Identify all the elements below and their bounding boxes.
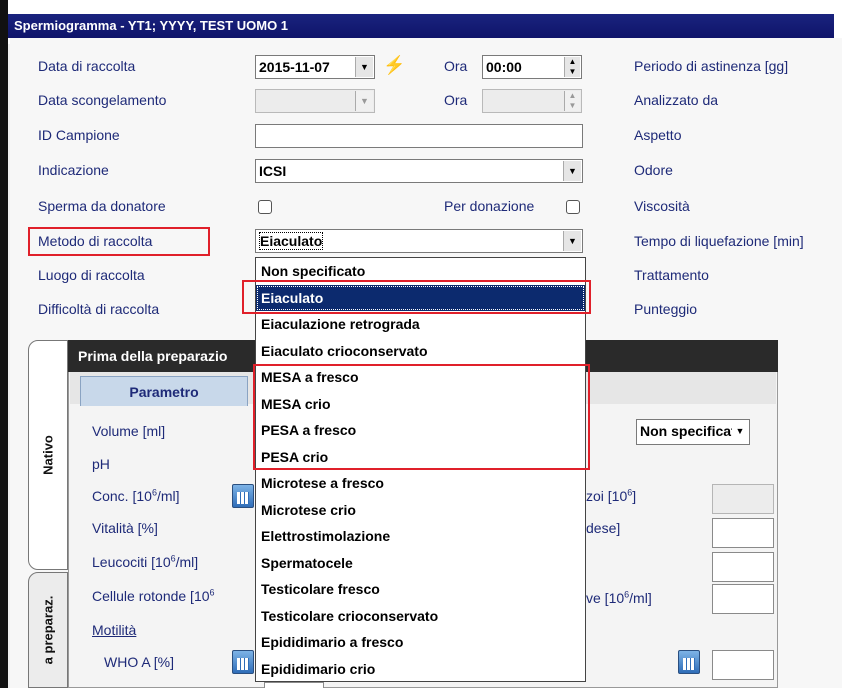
chevron-down-icon[interactable]: ▼ — [355, 57, 373, 77]
chevron-down-icon[interactable]: ▼ — [563, 231, 581, 251]
vitalita-label: Vitalità [%] — [92, 520, 158, 536]
dese-field[interactable] — [712, 518, 774, 548]
dropdown-option[interactable]: Elettrostimolazione — [256, 523, 585, 550]
dropdown-option[interactable]: Testicolare crioconservato — [256, 603, 585, 630]
calculator-icon[interactable] — [232, 484, 254, 508]
spermatozoi-label: zoi [106] — [586, 487, 637, 504]
luogo-raccolta-label: Luogo di raccolta — [38, 267, 145, 283]
dropdown-option[interactable]: Spermatocele — [256, 550, 585, 577]
trattamento-label: Trattamento — [634, 267, 709, 283]
window-left-edge — [0, 0, 8, 688]
tempo-liquefazione-label: Tempo di liquefazione [min] — [634, 233, 804, 249]
data-raccolta-label: Data di raccolta — [38, 58, 136, 74]
difficolta-raccolta-label: Difficoltà di raccolta — [38, 301, 160, 317]
panel-field-3[interactable] — [712, 552, 774, 582]
leucociti-label: Leucociti [106/ml] — [92, 553, 199, 570]
ph-label: pH — [92, 456, 110, 472]
tab-nativo-label: Nativo — [40, 435, 56, 475]
ora2-field[interactable]: ▲ ▼ — [482, 89, 582, 113]
dropdown-option[interactable]: Testicolare fresco — [256, 576, 585, 603]
dropdown-option[interactable]: Epididimario a fresco — [256, 629, 585, 656]
ora-field[interactable]: 00:00 ▲ ▼ — [482, 55, 582, 79]
dropdown-option[interactable]: Eiaculazione retrograda — [256, 311, 585, 338]
ora2-label: Ora — [444, 92, 468, 108]
spermatozoi-field[interactable] — [712, 484, 774, 514]
viscosita-label: Viscosità — [634, 198, 690, 214]
dropdown-option[interactable]: Microtese a fresco — [256, 470, 585, 497]
sperma-donatore-label: Sperma da donatore — [38, 198, 166, 214]
ve-label: ve [106/ml] — [586, 589, 652, 606]
spinner-icon[interactable]: ▲ ▼ — [564, 57, 580, 77]
window-title: Spermiogramma - YT1; YYYY, TEST UOMO 1 — [8, 14, 834, 38]
data-raccolta-field[interactable]: 2015-11-07 ▼ — [255, 55, 375, 79]
dropdown-option[interactable]: Eiaculato crioconservato — [256, 338, 585, 365]
per-donazione-checkbox[interactable] — [566, 200, 580, 214]
ora-value: 00:00 — [486, 59, 522, 75]
who-a-label: WHO A [%] — [104, 654, 175, 670]
metodo-raccolta-value: Eiaculato — [259, 232, 324, 250]
motilita-label: Motilità — [92, 622, 137, 638]
dropdown-option[interactable]: Epididimario crio — [256, 656, 585, 683]
chevron-down-icon[interactable]: ▼ — [355, 91, 373, 111]
panel-right-select[interactable]: Non specificat ▼ — [636, 419, 750, 445]
chevron-down-icon[interactable]: ▼ — [563, 161, 581, 181]
per-donazione-label: Per donazione — [444, 198, 535, 214]
ve-field[interactable] — [712, 584, 774, 614]
cellule-rotonde-label: Cellule rotonde [106 — [92, 587, 215, 604]
indicazione-select[interactable]: ICSI ▼ — [255, 159, 583, 183]
periodo-astinenza-label: Periodo di astinenza [gg] — [634, 58, 789, 74]
data-raccolta-value: 2015-11-07 — [259, 59, 330, 75]
sperma-donatore-checkbox[interactable] — [258, 200, 272, 214]
spinner-icon[interactable]: ▲ ▼ — [564, 91, 580, 111]
dropdown-option[interactable]: Microtese crio — [256, 497, 585, 524]
panel-right-select-value: Non specificat — [640, 423, 736, 439]
dese-label: dese] — [586, 520, 621, 536]
metodo-raccolta-select[interactable]: Eiaculato ▼ — [255, 229, 583, 253]
punteggio-label: Punteggio — [634, 301, 698, 317]
tab-nativo[interactable]: Nativo — [28, 340, 68, 570]
tab-parametro[interactable]: Parametro — [80, 376, 248, 406]
tab-preparaz-label: a preparaz. — [40, 595, 56, 665]
chevron-down-icon[interactable]: ▼ — [732, 421, 748, 441]
metodo-raccolta-highlight — [28, 227, 210, 256]
mesa-pesa-highlight — [253, 364, 590, 470]
tab-preparaz[interactable]: a preparaz. — [28, 572, 68, 688]
aspetto-label: Aspetto — [634, 127, 682, 143]
ora-label: Ora — [444, 58, 468, 74]
eiaculato-highlight — [242, 280, 591, 314]
odore-label: Odore — [634, 162, 673, 178]
lightning-icon[interactable]: ⚡ — [383, 55, 405, 76]
analizzato-da-label: Analizzato da — [634, 92, 719, 108]
panel-field-who[interactable] — [712, 650, 774, 680]
data-scongelamento-label: Data scongelamento — [38, 92, 167, 108]
who-a-input[interactable] — [264, 682, 324, 688]
indicazione-value: ICSI — [259, 163, 287, 179]
id-campione-input[interactable] — [255, 124, 583, 148]
volume-label: Volume [ml] — [92, 423, 166, 439]
data-scongelamento-field[interactable]: ▼ — [255, 89, 375, 113]
indicazione-label: Indicazione — [38, 162, 109, 178]
conc-label: Conc. [106/ml] — [92, 487, 180, 504]
calculator-icon[interactable] — [232, 650, 254, 674]
id-campione-label: ID Campione — [38, 127, 120, 143]
calculator-icon[interactable] — [678, 650, 700, 674]
